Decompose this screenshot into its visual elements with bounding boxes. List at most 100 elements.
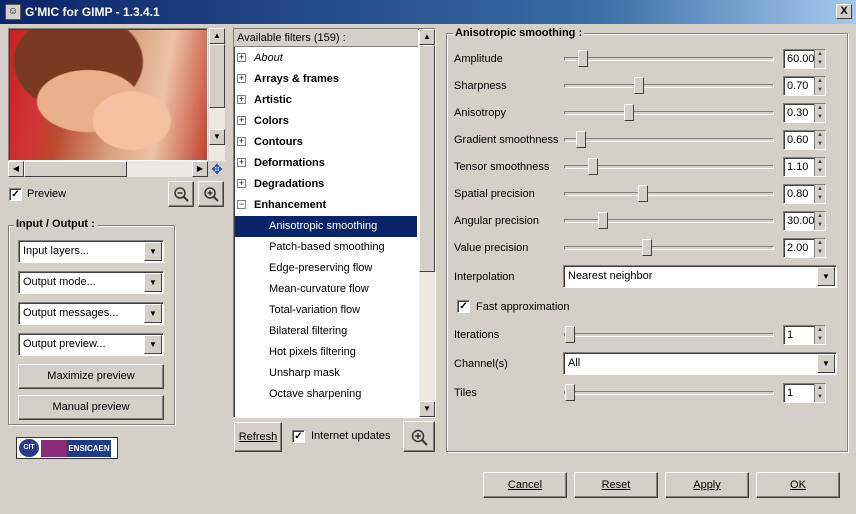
scroll-up-button[interactable]: ▲ [209,28,225,44]
tiles-slider-track[interactable] [564,391,774,395]
param-slider-thumb[interactable] [638,185,648,202]
param-slider-thumb[interactable] [576,131,586,148]
spin-arrows-icon[interactable]: ▲ ▼ [814,131,825,149]
filter-category[interactable]: + Colors [235,111,417,132]
iterations-spinbox[interactable]: 1 ▲ ▼ [783,325,826,345]
filter-item[interactable]: Hot pixels filtering [235,342,417,363]
internet-updates-checkbox[interactable]: ✓ [292,430,305,443]
spin-arrows-icon[interactable]: ▲ ▼ [814,50,825,68]
param-slider-track[interactable] [564,192,774,196]
param-spinbox[interactable]: 0.60 ▲ ▼ [783,130,826,150]
filter-category[interactable]: + About [235,48,417,69]
scroll-down-button[interactable]: ▼ [419,401,435,417]
param-spinbox[interactable]: 30.00 ▲ ▼ [783,211,826,231]
preview-image[interactable] [8,28,208,161]
param-spinbox[interactable]: 0.80 ▲ ▼ [783,184,826,204]
filter-category[interactable]: + Degradations [235,174,417,195]
scroll-thumb[interactable] [209,44,225,108]
filter-category[interactable]: − Enhancement [235,195,417,216]
param-slider-track[interactable] [564,138,774,142]
input-layers-select[interactable]: Input layers... ▼ [18,240,164,263]
spin-arrows-icon[interactable]: ▲ ▼ [814,185,825,203]
tiles-slider-thumb[interactable] [565,384,575,401]
scroll-thumb[interactable] [24,161,127,177]
param-spinbox[interactable]: 60.00 ▲ ▼ [783,49,826,69]
scroll-down-button[interactable]: ▼ [209,129,225,145]
filter-item[interactable]: Bilateral filtering [235,321,417,342]
spin-arrows-icon[interactable]: ▲ ▼ [814,384,825,402]
param-slider-track[interactable] [564,219,774,223]
chevron-down-icon[interactable]: ▼ [144,273,162,292]
param-spinbox[interactable]: 0.70 ▲ ▼ [783,76,826,96]
param-spinbox[interactable]: 1.10 ▲ ▼ [783,157,826,177]
output-messages-select[interactable]: Output messages... ▼ [18,302,164,325]
filter-item[interactable]: Total-variation flow [235,300,417,321]
spin-arrows-icon[interactable]: ▲ ▼ [814,104,825,122]
expand-icon[interactable]: + [237,179,246,188]
collapse-icon[interactable]: − [237,200,246,209]
filter-item[interactable]: Edge-preserving flow [235,258,417,279]
expand-icon[interactable]: + [237,158,246,167]
zoom-out-button[interactable] [168,181,194,207]
expand-icon[interactable]: + [237,95,246,104]
spin-arrows-icon[interactable]: ▲ ▼ [814,212,825,230]
filter-item[interactable]: Mean-curvature flow [235,279,417,300]
param-slider-track[interactable] [564,111,774,115]
param-slider-thumb[interactable] [598,212,608,229]
ok-button[interactable]: OK [756,472,840,498]
filter-search-button[interactable] [403,421,435,452]
reset-button[interactable]: Reset [574,472,658,498]
expand-icon[interactable]: + [237,116,246,125]
scroll-thumb[interactable] [419,45,435,272]
filter-category[interactable]: + Artistic [235,90,417,111]
filter-item[interactable]: Anisotropic smoothing [235,216,417,237]
chevron-down-icon[interactable]: ▼ [817,354,835,373]
iterations-slider-track[interactable] [564,333,774,337]
filter-item[interactable]: Octave sharpening [235,384,417,405]
param-slider-thumb[interactable] [578,50,588,67]
output-preview-select[interactable]: Output preview... ▼ [18,333,164,356]
param-slider-track[interactable] [564,57,774,61]
apply-button[interactable]: Apply [665,472,749,498]
filter-category[interactable]: + Deformations [235,153,417,174]
param-slider-thumb[interactable] [588,158,598,175]
chevron-down-icon[interactable]: ▼ [817,267,835,286]
filter-list-vscrollbar[interactable]: ▲ ▼ [419,29,435,417]
filter-item[interactable]: Patch-based smoothing [235,237,417,258]
expand-icon[interactable]: + [237,137,246,146]
spin-arrows-icon[interactable]: ▲ ▼ [814,158,825,176]
manual-preview-button[interactable]: Manual preview [18,395,164,420]
param-slider-thumb[interactable] [642,239,652,256]
tiles-spinbox[interactable]: 1 ▲ ▼ [783,383,826,403]
param-slider-track[interactable] [564,246,774,250]
chevron-down-icon[interactable]: ▼ [144,304,162,323]
expand-icon[interactable]: + [237,74,246,83]
filter-category[interactable]: + Arrays & frames [235,69,417,90]
param-spinbox[interactable]: 2.00 ▲ ▼ [783,238,826,258]
spin-arrows-icon[interactable]: ▲ ▼ [814,326,825,344]
param-spinbox[interactable]: 0.30 ▲ ▼ [783,103,826,123]
param-slider-thumb[interactable] [624,104,634,121]
param-slider-thumb[interactable] [634,77,644,94]
filter-item[interactable]: Unsharp mask [235,363,417,384]
expand-icon[interactable]: + [237,53,246,62]
scroll-up-button[interactable]: ▲ [419,29,435,45]
preview-checkbox[interactable]: ✓ [9,188,22,201]
iterations-slider-thumb[interactable] [565,326,575,343]
interpolation-select[interactable]: Nearest neighbor ▼ [563,265,837,288]
scroll-left-button[interactable]: ◀ [8,161,24,177]
refresh-button[interactable]: Refresh [234,422,282,452]
param-slider-track[interactable] [564,84,774,88]
filter-category[interactable]: + Contours [235,132,417,153]
chevron-down-icon[interactable]: ▼ [144,242,162,261]
cancel-button[interactable]: Cancel [483,472,567,498]
preview-vscrollbar[interactable]: ▲ ▼ [209,28,225,161]
chevron-down-icon[interactable]: ▼ [144,335,162,354]
output-mode-select[interactable]: Output mode... ▼ [18,271,164,294]
zoom-in-button[interactable] [198,181,224,207]
channels-select[interactable]: All ▼ [563,352,837,375]
scroll-right-button[interactable]: ▶ [192,161,208,177]
move-icon[interactable]: ✥ [209,161,225,177]
spin-arrows-icon[interactable]: ▲ ▼ [814,77,825,95]
maximize-preview-button[interactable]: Maximize preview [18,364,164,389]
